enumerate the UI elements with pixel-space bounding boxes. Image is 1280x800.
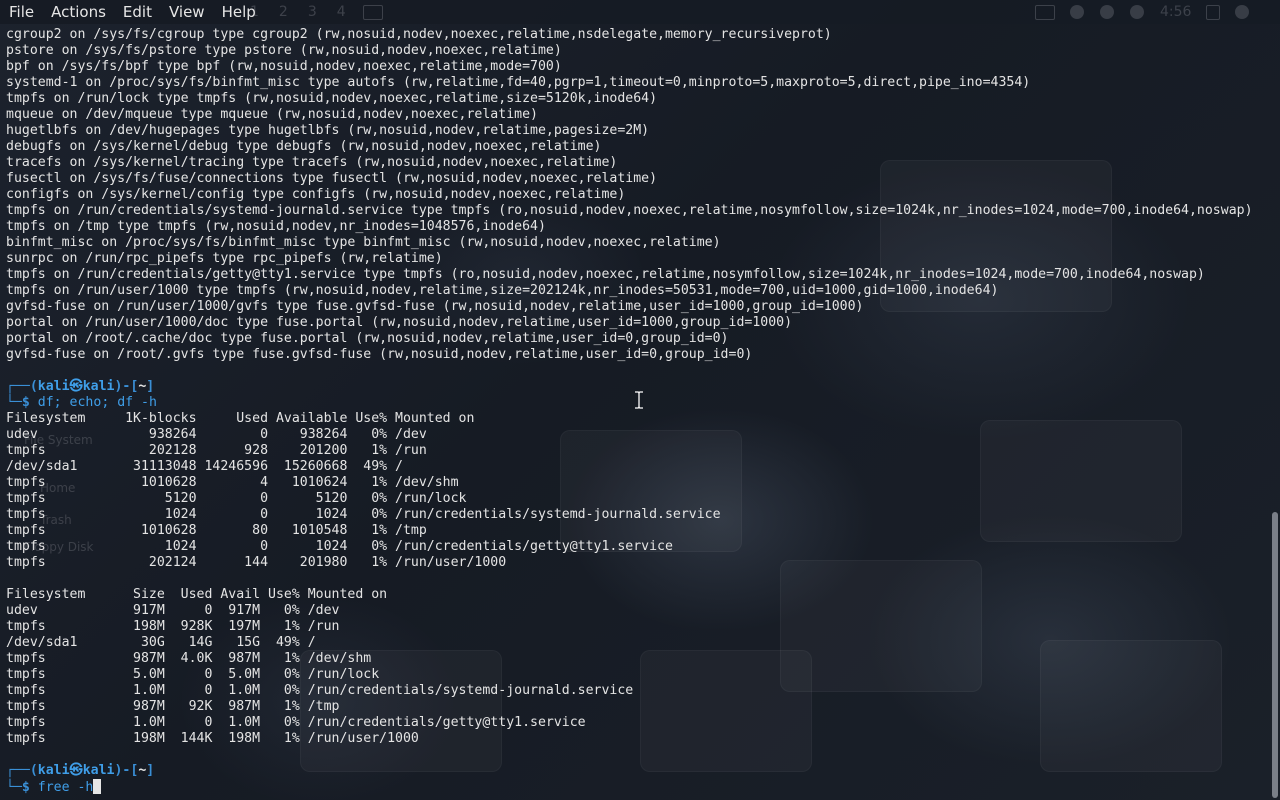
df-h-output-line: tmpfs 5.0M 0 5.0M 0% /run/lock bbox=[6, 667, 380, 682]
df-output-line: tmpfs 1010628 80 1010548 1% /tmp bbox=[6, 523, 427, 538]
prompt-line-top: ┌──(kali㉿kali)-[~] bbox=[6, 763, 155, 778]
mount-output-line: systemd-1 on /proc/sys/fs/binfmt_misc ty… bbox=[6, 75, 1031, 90]
lock-icon[interactable] bbox=[1206, 4, 1221, 20]
notification-bell-icon[interactable] bbox=[1100, 5, 1114, 19]
mount-output-line: pstore on /sys/fs/pstore type pstore (rw… bbox=[6, 43, 562, 58]
power-icon[interactable] bbox=[1235, 5, 1250, 19]
workspace-3[interactable]: 3 bbox=[308, 4, 317, 20]
terminal-output[interactable]: cgroup2 on /sys/fs/cgroup type cgroup2 (… bbox=[6, 27, 1266, 795]
prompt-line-input[interactable]: └─$ free -h bbox=[6, 779, 1266, 795]
mount-output-line: gvfsd-fuse on /run/user/1000/gvfs type f… bbox=[6, 299, 864, 314]
mount-output-line: tmpfs on /run/user/1000 type tmpfs (rw,n… bbox=[6, 283, 999, 298]
ibeam-cursor-icon bbox=[635, 391, 643, 409]
mount-output-line: gvfsd-fuse on /root/.gvfs type fuse.gvfs… bbox=[6, 347, 753, 362]
mount-output-line: binfmt_misc on /proc/sys/fs/binfmt_misc … bbox=[6, 235, 721, 250]
df-output-line: tmpfs 1024 0 1024 0% /run/credentials/ge… bbox=[6, 539, 673, 554]
df-output-line: udev 938264 0 938264 0% /dev bbox=[6, 427, 427, 442]
mount-output-line: debugfs on /sys/kernel/debug type debugf… bbox=[6, 139, 602, 154]
mount-output-line: hugetlbfs on /dev/hugepages type hugetlb… bbox=[6, 123, 650, 138]
df-h-output: Filesystem Size Used Avail Use% Mounted … bbox=[6, 587, 1266, 747]
typed-command: free -h bbox=[37, 780, 94, 795]
mount-output-line: portal on /root/.cache/doc type fuse.por… bbox=[6, 331, 729, 346]
system-tray: 4:56 bbox=[1028, 0, 1257, 24]
workspace-1[interactable]: 1 bbox=[250, 4, 259, 20]
mount-output-line: tmpfs on /run/credentials/getty@tty1.ser… bbox=[6, 267, 1205, 282]
workspace-4[interactable]: 4 bbox=[337, 4, 346, 20]
clock[interactable]: 4:56 bbox=[1160, 4, 1191, 20]
menu-file[interactable]: File bbox=[0, 1, 42, 23]
df-h-output-line: Filesystem Size Used Avail Use% Mounted … bbox=[6, 587, 388, 602]
df-h-output-line: tmpfs 987M 4.0K 987M 1% /dev/shm bbox=[6, 651, 372, 666]
mount-output-line: mqueue on /dev/mqueue type mqueue (rw,no… bbox=[6, 107, 538, 122]
df-h-output-line: tmpfs 198M 928K 197M 1% /run bbox=[6, 619, 340, 634]
workspace-switcher[interactable]: 1 2 3 4 bbox=[240, 0, 390, 24]
mount-output-line: bpf on /sys/fs/bpf type bpf (rw,nosuid,n… bbox=[6, 59, 562, 74]
text-cursor bbox=[93, 779, 102, 794]
df-output-line: tmpfs 1024 0 1024 0% /run/credentials/sy… bbox=[6, 507, 721, 522]
df-output-line: Filesystem 1K-blocks Used Available Use%… bbox=[6, 411, 475, 426]
menu-view[interactable]: View bbox=[160, 1, 213, 23]
df-output-line: /dev/sda1 31113048 14246596 15260668 49%… bbox=[6, 459, 403, 474]
display-icon[interactable] bbox=[1035, 4, 1055, 20]
df-h-output-line: udev 917M 0 917M 0% /dev bbox=[6, 603, 340, 618]
mount-output: cgroup2 on /sys/fs/cgroup type cgroup2 (… bbox=[6, 27, 1266, 363]
menu-edit[interactable]: Edit bbox=[114, 1, 160, 23]
mount-output-line: configfs on /sys/kernel/config type conf… bbox=[6, 187, 626, 202]
df-output: Filesystem 1K-blocks Used Available Use%… bbox=[6, 411, 1266, 571]
df-output-line: tmpfs 202128 928 201200 1% /run bbox=[6, 443, 427, 458]
terminal-window-icon[interactable] bbox=[362, 4, 383, 20]
df-output-line: tmpfs 5120 0 5120 0% /run/lock bbox=[6, 491, 467, 506]
mount-output-line: tracefs on /sys/kernel/tracing type trac… bbox=[6, 155, 618, 170]
menu-actions[interactable]: Actions bbox=[42, 1, 114, 23]
df-h-output-line: tmpfs 1.0M 0 1.0M 0% /run/credentials/sy… bbox=[6, 683, 634, 698]
terminal-scrollbar[interactable] bbox=[1272, 512, 1278, 798]
mount-output-line: tmpfs on /tmp type tmpfs (rw,nosuid,node… bbox=[6, 219, 546, 234]
command-text: df; echo; df -h bbox=[37, 395, 157, 410]
df-h-output-line: tmpfs 198M 144K 198M 1% /run/user/1000 bbox=[6, 731, 419, 746]
df-output-line: tmpfs 1010628 4 1010624 1% /dev/shm bbox=[6, 475, 459, 490]
workspace-2[interactable]: 2 bbox=[279, 4, 288, 20]
mount-output-line: cgroup2 on /sys/fs/cgroup type cgroup2 (… bbox=[6, 27, 832, 42]
mount-output-line: portal on /run/user/1000/doc type fuse.p… bbox=[6, 315, 793, 330]
mount-output-line: sunrpc on /run/rpc_pipefs type rpc_pipef… bbox=[6, 251, 443, 266]
mount-output-line: tmpfs on /run/lock type tmpfs (rw,nosuid… bbox=[6, 91, 658, 106]
df-h-output-line: /dev/sda1 30G 14G 15G 49% / bbox=[6, 635, 316, 650]
volume-icon[interactable] bbox=[1070, 5, 1084, 19]
df-output-line: tmpfs 202124 144 201980 1% /run/user/100… bbox=[6, 555, 507, 570]
network-icon[interactable] bbox=[1130, 5, 1144, 19]
mount-output-line: fusectl on /sys/fs/fuse/connections type… bbox=[6, 171, 658, 186]
mount-output-line: tmpfs on /run/credentials/systemd-journa… bbox=[6, 203, 1253, 218]
df-h-output-line: tmpfs 1.0M 0 1.0M 0% /run/credentials/ge… bbox=[6, 715, 586, 730]
df-h-output-line: tmpfs 987M 92K 987M 1% /tmp bbox=[6, 699, 340, 714]
